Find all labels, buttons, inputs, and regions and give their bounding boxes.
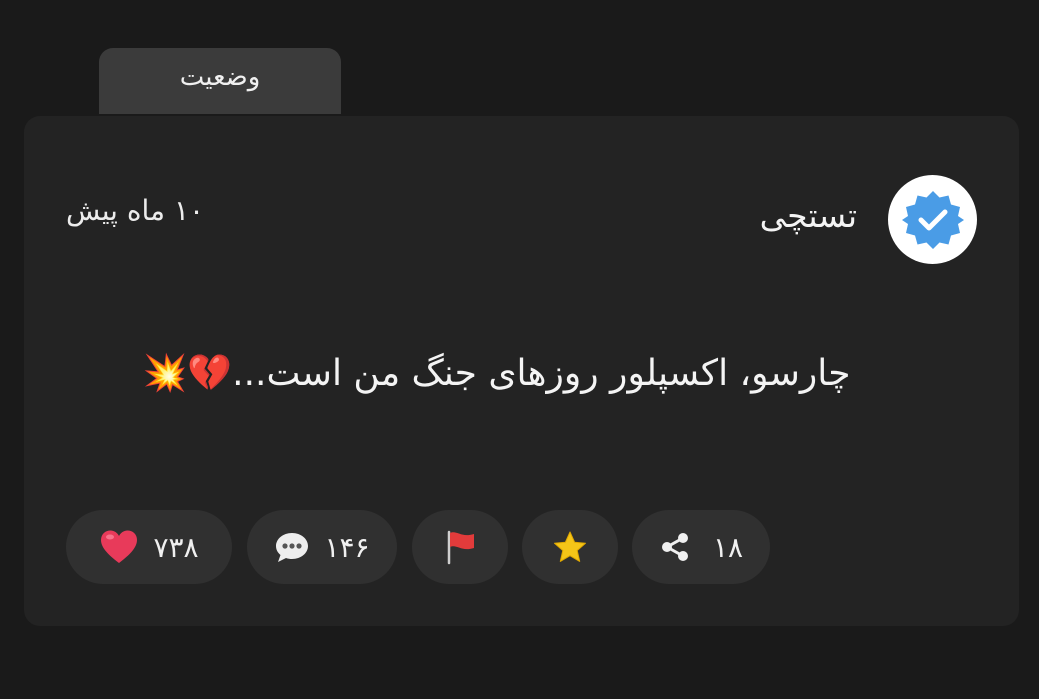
post-emojis: 💔💥: [142, 353, 233, 394]
speech-bubble-icon: [274, 530, 310, 564]
like-button[interactable]: ۷۳۸: [66, 510, 232, 584]
report-button[interactable]: [412, 510, 508, 584]
favorite-button[interactable]: [522, 510, 618, 584]
flag-icon: [443, 529, 477, 565]
post-content: چارسو، اکسپلور روزهای جنگ من است...💔💥: [64, 352, 929, 394]
like-count: ۷۳۸: [153, 530, 199, 564]
comment-button[interactable]: ۱۴۶: [247, 510, 397, 584]
share-icon: [659, 532, 691, 562]
star-icon: [552, 530, 588, 564]
post-timestamp: ۱۰ ماه پیش: [66, 194, 205, 227]
verified-badge-icon: [901, 190, 964, 249]
tab-status-label: وضعیت: [179, 62, 261, 92]
post-author[interactable]: تستچی: [760, 196, 857, 235]
tab-status[interactable]: وضعیت: [99, 48, 341, 114]
post-text: چارسو، اکسپلور روزهای جنگ من است...: [232, 353, 851, 394]
avatar[interactable]: [888, 175, 977, 264]
comment-count: ۱۴۶: [324, 530, 370, 564]
share-button[interactable]: ۱۸: [632, 510, 770, 584]
post-card: تستچی ۱۰ ماه پیش چارسو، اکسپلور روزهای ج…: [24, 116, 1019, 626]
share-count: ۱۸: [712, 530, 744, 564]
heart-icon: [99, 529, 139, 565]
